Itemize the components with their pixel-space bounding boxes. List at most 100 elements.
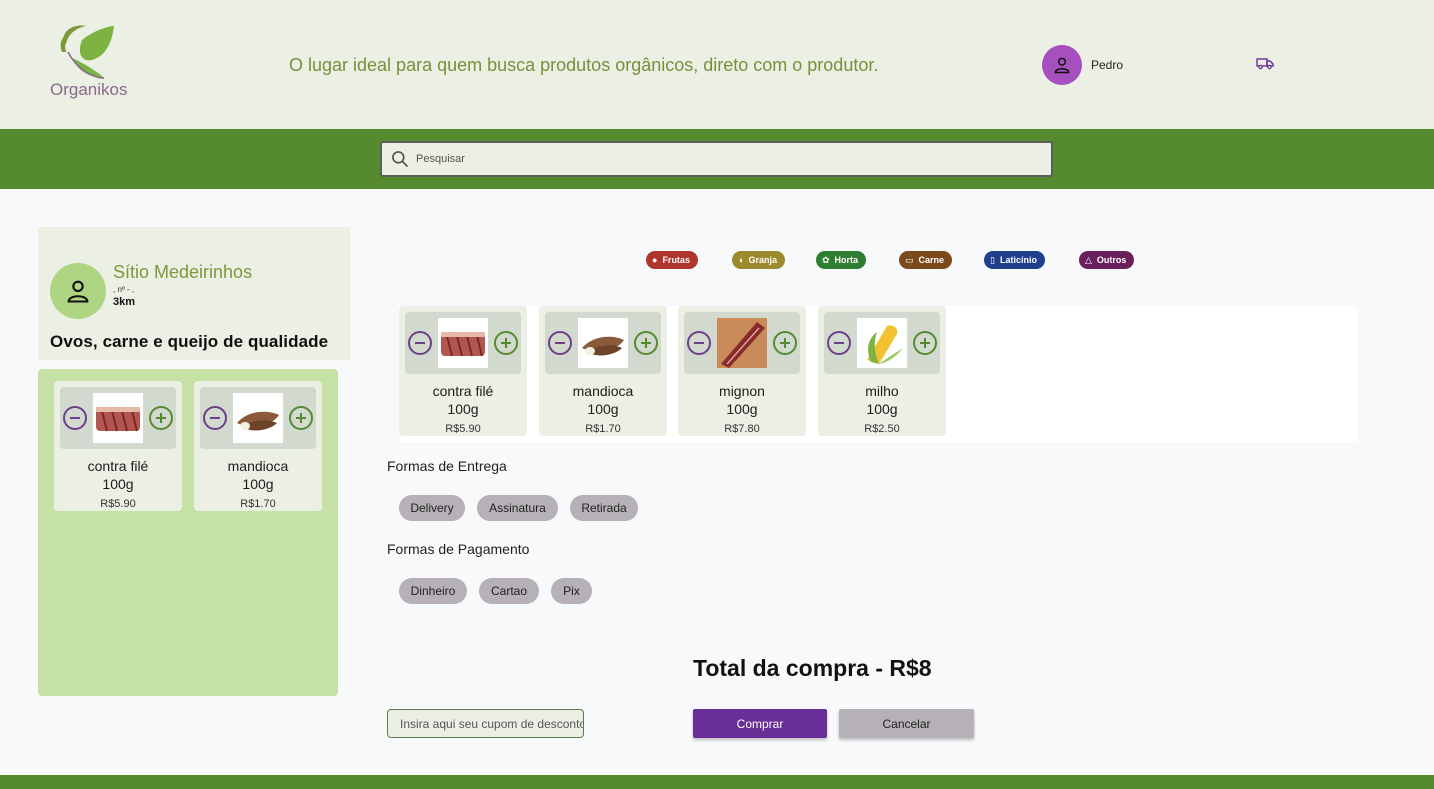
- products-grid: contra filé 100g R$5.90 mandioca 100g R$…: [399, 306, 1357, 442]
- farm-address: , nº - ,: [113, 285, 135, 294]
- decrease-button[interactable]: [687, 331, 711, 355]
- minus-icon: [70, 417, 80, 419]
- product-image-meat: [438, 318, 488, 368]
- category-label: Laticínio: [999, 255, 1037, 265]
- farm-products-panel: contra filé 100g R$5.90 mandioca 100g R$…: [38, 369, 338, 696]
- minus-icon: [834, 342, 844, 344]
- product-name: contra filé: [87, 458, 149, 474]
- product-qty: 100g: [242, 476, 274, 492]
- category-label: Granja: [748, 255, 777, 265]
- product-image-cassava: [578, 318, 628, 368]
- category-label: Horta: [834, 255, 859, 265]
- product-name: mignon: [719, 383, 765, 399]
- delivery-option-assinatura[interactable]: Assinatura: [477, 495, 558, 521]
- product-controls: [200, 387, 316, 449]
- plus-icon: [156, 413, 166, 423]
- user-avatar[interactable]: [1042, 45, 1082, 85]
- shapes-icon: △: [1085, 254, 1092, 265]
- category-outros[interactable]: △ Outros: [1079, 251, 1135, 269]
- delivery-title: Formas de Entrega: [387, 458, 507, 474]
- decrease-button[interactable]: [63, 406, 87, 430]
- product-card: contra filé 100g R$5.90: [54, 381, 182, 511]
- coupon-input[interactable]: [387, 709, 584, 738]
- person-icon: [67, 280, 89, 303]
- payment-option-dinheiro[interactable]: Dinheiro: [399, 578, 467, 604]
- search-input[interactable]: [416, 153, 1016, 165]
- product-controls: [824, 312, 940, 374]
- category-frutas[interactable]: ● Frutas: [646, 251, 698, 269]
- payment-option-pix[interactable]: Pix: [551, 578, 592, 604]
- decrease-button[interactable]: [548, 331, 572, 355]
- product-image-meat: [93, 393, 143, 443]
- leaf-icon: ✿: [822, 254, 830, 265]
- product-price: R$1.70: [240, 498, 276, 510]
- minus-icon: [415, 342, 425, 344]
- user-name[interactable]: Pedro: [1091, 58, 1123, 72]
- product-card: milho 100g R$2.50: [818, 306, 946, 436]
- total-purchase: Total da compra - R$8: [693, 655, 932, 681]
- meat-icon: ▭: [905, 254, 914, 265]
- product-controls: [405, 312, 521, 374]
- delivery-option-retirada[interactable]: Retirada: [570, 495, 638, 521]
- product-qty: 100g: [726, 401, 758, 417]
- product-image-corn: [857, 318, 907, 368]
- product-name: mandioca: [572, 383, 634, 399]
- category-label: Frutas: [662, 255, 690, 265]
- footer: [0, 775, 1434, 789]
- product-price: R$7.80: [724, 423, 760, 435]
- product-name: contra filé: [432, 383, 494, 399]
- farm-avatar: [50, 263, 106, 319]
- plus-icon: [501, 338, 511, 348]
- product-name: mandioca: [227, 458, 289, 474]
- buy-button[interactable]: Comprar: [693, 709, 827, 738]
- delivery-option-delivery[interactable]: Delivery: [399, 495, 465, 521]
- product-card: contra filé 100g R$5.90: [399, 306, 527, 436]
- category-label: Outros: [1096, 255, 1127, 265]
- minus-icon: [210, 417, 220, 419]
- plus-icon: [296, 413, 306, 423]
- product-image-cassava: [233, 393, 283, 443]
- product-controls: [60, 387, 176, 449]
- cancel-button[interactable]: Cancelar: [839, 709, 974, 738]
- category-laticinio[interactable]: ▯ Laticínio: [984, 251, 1045, 269]
- farm-distance: 3km: [113, 296, 136, 308]
- truck-icon[interactable]: [1256, 56, 1274, 70]
- product-qty: 100g: [447, 401, 479, 417]
- increase-button[interactable]: [773, 331, 797, 355]
- product-qty: 100g: [866, 401, 898, 417]
- chicken-icon: ◖: [738, 255, 744, 265]
- farm-description: Ovos, carne e queijo de qualidade: [50, 332, 329, 351]
- decrease-button[interactable]: [827, 331, 851, 355]
- farm-name: Sítio Medeirinhos: [113, 262, 253, 282]
- decrease-button[interactable]: [408, 331, 432, 355]
- product-card: mandioca 100g R$1.70: [539, 306, 667, 436]
- logo-text: Organikos: [50, 80, 128, 99]
- payment-option-cartao[interactable]: Cartao: [479, 578, 539, 604]
- product-image-mignon: [717, 318, 767, 368]
- increase-button[interactable]: [289, 406, 313, 430]
- product-price: R$5.90: [100, 498, 136, 510]
- person-icon: [1054, 57, 1070, 74]
- product-name: milho: [865, 383, 899, 399]
- plus-icon: [920, 338, 930, 348]
- category-carne[interactable]: ▭ Carne: [899, 251, 953, 269]
- payment-title: Formas de Pagamento: [387, 541, 530, 557]
- category-horta[interactable]: ✿ Horta: [816, 251, 867, 269]
- search-icon: [392, 151, 409, 168]
- search-bar[interactable]: [380, 141, 1053, 177]
- plus-icon: [641, 338, 651, 348]
- tagline: O lugar ideal para quem busca produtos o…: [289, 55, 879, 75]
- minus-icon: [694, 342, 704, 344]
- increase-button[interactable]: [149, 406, 173, 430]
- header: Organikos O lugar ideal para quem busca …: [0, 0, 1434, 129]
- product-controls: [684, 312, 800, 374]
- product-controls: [545, 312, 661, 374]
- product-price: R$5.90: [445, 423, 481, 435]
- farm-card[interactable]: Sítio Medeirinhos , nº - , 3km Ovos, car…: [38, 227, 350, 360]
- increase-button[interactable]: [634, 331, 658, 355]
- category-granja[interactable]: ◖ Granja: [732, 251, 785, 269]
- decrease-button[interactable]: [203, 406, 227, 430]
- product-price: R$1.70: [585, 423, 621, 435]
- increase-button[interactable]: [494, 331, 518, 355]
- increase-button[interactable]: [913, 331, 937, 355]
